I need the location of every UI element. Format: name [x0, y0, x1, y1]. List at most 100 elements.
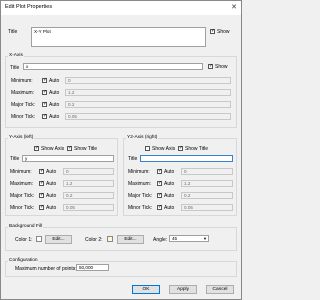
check-icon: ✓ — [158, 180, 163, 186]
y-axis-right-major-input[interactable]: 0.2 — [181, 192, 233, 199]
y-axis-left-min-label: Minimum: — [10, 169, 32, 175]
y-axis-left-show-axis-checkbox[interactable]: ✓ — [34, 145, 40, 151]
y-axis-right-max-label: Maximum: — [128, 181, 152, 187]
y-axis-left-major-input[interactable]: 0.2 — [63, 192, 114, 199]
x-axis-major-auto-label: Auto — [49, 102, 60, 108]
check-icon: ✓ — [209, 63, 214, 69]
y-axis-right-title-input[interactable] — [140, 155, 233, 162]
x-axis-major-auto-checkbox[interactable]: ✓ — [42, 101, 48, 107]
y-axis-right-minor-auto-checkbox[interactable]: ✓ — [157, 204, 163, 210]
x-axis-max-input[interactable]: 1.2 — [65, 89, 231, 96]
x-axis-minor-input[interactable]: 0.05 — [65, 113, 231, 120]
color2-edit-button[interactable]: Edit... — [117, 235, 144, 244]
x-axis-min-label: Minimum: — [11, 78, 33, 84]
y-axis-right-show-title-checkbox[interactable]: ✓ — [178, 145, 184, 151]
x-axis-max-auto-checkbox[interactable]: ✓ — [42, 89, 48, 95]
x-axis-max-label: Maximum: — [11, 90, 35, 96]
angle-label: Angle: — [153, 237, 168, 243]
y-axis-left-min-input[interactable]: 0 — [63, 168, 114, 175]
plot-title-input[interactable]: X-Y Plot — [31, 27, 206, 47]
angle-select[interactable]: 45 ▼ — [169, 235, 209, 242]
y-axis-left-show-axis-label: Show Axis — [41, 146, 65, 152]
check-icon: ✓ — [40, 168, 45, 174]
y-axis-right-show-axis-label: Show Axis — [152, 146, 176, 152]
y-axis-left-minor-label: Minor Tick: — [10, 205, 35, 211]
y-axis-right-max-auto-checkbox[interactable]: ✓ — [157, 180, 163, 186]
y-axis-left-show-title-checkbox[interactable]: ✓ — [67, 145, 73, 151]
x-axis-max-auto-label: Auto — [49, 90, 60, 96]
check-icon: ✓ — [43, 89, 48, 95]
y-axis-right-major-auto-label: Auto — [164, 193, 175, 199]
y-axis-left-minor-auto-checkbox[interactable]: ✓ — [39, 204, 45, 210]
y-axis-right-major-label: Major Tick: — [128, 193, 153, 199]
y-axis-right-max-auto-label: Auto — [164, 181, 175, 187]
y-axis-right-major-auto-checkbox[interactable]: ✓ — [157, 192, 163, 198]
check-icon: ✓ — [40, 192, 45, 198]
x-axis-title-label: Title — [10, 65, 20, 71]
y-axis-right-title-label: Title — [128, 156, 138, 162]
x-axis-min-auto-label: Auto — [49, 78, 60, 84]
check-icon: ✓ — [158, 204, 163, 210]
x-axis-title-input[interactable]: x — [23, 63, 203, 70]
check-icon: ✓ — [43, 113, 48, 119]
x-axis-group-title: X-Axis — [8, 53, 24, 58]
x-axis-minor-auto-checkbox[interactable]: ✓ — [42, 113, 48, 119]
y-axis-right-minor-input[interactable]: 0.05 — [181, 204, 233, 211]
max-points-label: Maximum number of points: — [15, 266, 77, 272]
y-axis-left-minor-input[interactable]: 0.05 — [63, 204, 114, 211]
x-axis-min-auto-checkbox[interactable]: ✓ — [42, 77, 47, 83]
color1-edit-button[interactable]: Edit... — [45, 235, 72, 244]
check-icon: ✓ — [40, 180, 45, 186]
configuration-group-title: Configuration — [8, 258, 39, 263]
y-axis-left-title-label: Title — [10, 156, 20, 162]
max-points-input[interactable]: 50,000 — [76, 264, 109, 271]
x-axis-major-input[interactable]: 0.2 — [65, 101, 231, 108]
y-axis-right-min-auto-label: Auto — [164, 169, 175, 175]
ok-button[interactable]: OK — [132, 285, 160, 294]
x-axis-minor-auto-label: Auto — [49, 114, 60, 120]
chevron-down-icon: ▼ — [203, 236, 207, 241]
check-icon: ✓ — [43, 101, 48, 107]
background-fill-group-title: Background Fill — [8, 224, 44, 229]
plot-title-show-label: Show — [217, 29, 230, 35]
window-title: Edit Plot Properties — [5, 4, 53, 10]
x-axis-min-input[interactable]: 0 — [65, 77, 231, 84]
y-axis-left-major-auto-label: Auto — [46, 193, 57, 199]
check-icon: ✓ — [68, 145, 73, 151]
y-axis-right-group-title: Y2-Axis (right) — [126, 135, 159, 140]
check-icon: ✓ — [179, 145, 184, 151]
y-axis-left-max-auto-checkbox[interactable]: ✓ — [39, 180, 45, 186]
check-icon: ✓ — [35, 145, 40, 151]
y-axis-left-max-label: Maximum: — [10, 181, 34, 187]
check-icon: ✓ — [211, 28, 216, 34]
y-axis-right-min-input[interactable]: 0 — [181, 168, 233, 175]
y-axis-left-max-input[interactable]: 1.2 — [63, 180, 114, 187]
color1-label: Color 1: — [15, 237, 33, 243]
y-axis-left-group-title: Y-Axis (left) — [8, 135, 35, 140]
y-axis-left-max-auto-label: Auto — [46, 181, 57, 187]
plot-title-show-checkbox[interactable]: ✓ — [210, 28, 216, 34]
y-axis-right-show-axis-checkbox[interactable] — [145, 146, 150, 151]
close-icon[interactable]: ✕ — [231, 3, 237, 11]
check-icon: ✓ — [158, 192, 163, 198]
y-axis-right-minor-auto-label: Auto — [164, 205, 175, 211]
check-icon: ✓ — [40, 204, 45, 210]
check-icon: ✓ — [158, 168, 163, 174]
color2-swatch — [107, 236, 113, 242]
color2-label: Color 2: — [85, 237, 103, 243]
x-axis-show-label: Show — [215, 64, 228, 70]
apply-button[interactable]: Apply — [169, 285, 197, 294]
y-axis-left-min-auto-label: Auto — [46, 169, 57, 175]
y-axis-left-show-title-label: Show Title — [74, 146, 98, 152]
y-axis-left-min-auto-checkbox[interactable]: ✓ — [39, 168, 45, 174]
x-axis-show-checkbox[interactable]: ✓ — [208, 63, 214, 69]
cancel-button[interactable]: Cancel — [206, 285, 234, 294]
color1-swatch — [36, 236, 42, 242]
title-bar: Edit Plot Properties ✕ — [1, 1, 241, 15]
y-axis-right-minor-label: Minor Tick: — [128, 205, 153, 211]
y-axis-left-title-input[interactable]: y — [22, 155, 114, 162]
plot-title-label: Title — [8, 29, 18, 35]
y-axis-left-major-auto-checkbox[interactable]: ✓ — [39, 192, 45, 198]
y-axis-right-max-input[interactable]: 1.2 — [181, 180, 233, 187]
y-axis-right-min-auto-checkbox[interactable]: ✓ — [157, 168, 163, 174]
